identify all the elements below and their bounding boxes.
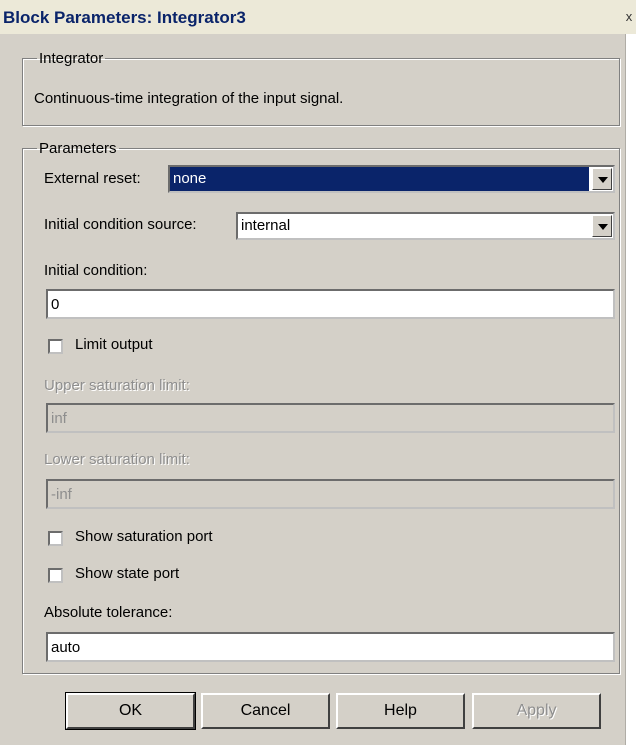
external-reset-label: External reset: (44, 170, 141, 187)
selection-highlight (170, 167, 589, 191)
absolute-tolerance-label: Absolute tolerance: (44, 604, 173, 621)
show-state-port-label: Show state port (75, 565, 180, 582)
initial-condition-source-select[interactable]: internal (236, 212, 615, 240)
show-state-port-checkbox[interactable] (48, 568, 63, 583)
external-reset-select[interactable]: none (168, 165, 615, 193)
window-title: Block Parameters: Integrator3 (3, 8, 246, 27)
cancel-button[interactable]: Cancel (201, 693, 330, 729)
apply-button: Apply (472, 693, 601, 729)
show-saturation-port-checkbox[interactable] (48, 531, 63, 546)
help-button[interactable]: Help (336, 693, 465, 729)
absolute-tolerance-value: auto (51, 639, 81, 656)
limit-output-label: Limit output (75, 336, 153, 353)
upper-saturation-limit-label: Upper saturation limit: (44, 377, 190, 394)
upper-saturation-limit-input: inf (46, 403, 615, 433)
close-icon[interactable]: x (622, 10, 636, 24)
description-group: Integrator (22, 50, 620, 126)
initial-condition-source-value: internal (241, 217, 291, 234)
limit-output-checkbox[interactable] (48, 339, 63, 354)
initial-condition-input[interactable]: 0 (46, 289, 615, 319)
chevron-down-icon[interactable] (592, 168, 612, 190)
lower-saturation-limit-label: Lower saturation limit: (44, 451, 190, 468)
absolute-tolerance-input[interactable]: auto (46, 632, 615, 662)
initial-condition-label: Initial condition: (44, 262, 148, 279)
lower-saturation-limit-value: -inf (51, 486, 72, 503)
chevron-down-icon[interactable] (592, 215, 612, 237)
initial-condition-source-label: Initial condition source: (44, 216, 197, 233)
show-saturation-port-label: Show saturation port (75, 528, 213, 545)
description-legend: Integrator (39, 50, 104, 67)
parameters-legend: Parameters (39, 140, 117, 157)
external-reset-value: none (173, 170, 207, 187)
title-bar[interactable]: Block Parameters: Integrator3 x (0, 0, 636, 34)
ok-button[interactable]: OK (65, 692, 196, 730)
block-description: Continuous-time integration of the input… (34, 90, 344, 107)
upper-saturation-limit-value: inf (51, 410, 67, 427)
initial-condition-value: 0 (51, 296, 60, 313)
lower-saturation-limit-input: -inf (46, 479, 615, 509)
